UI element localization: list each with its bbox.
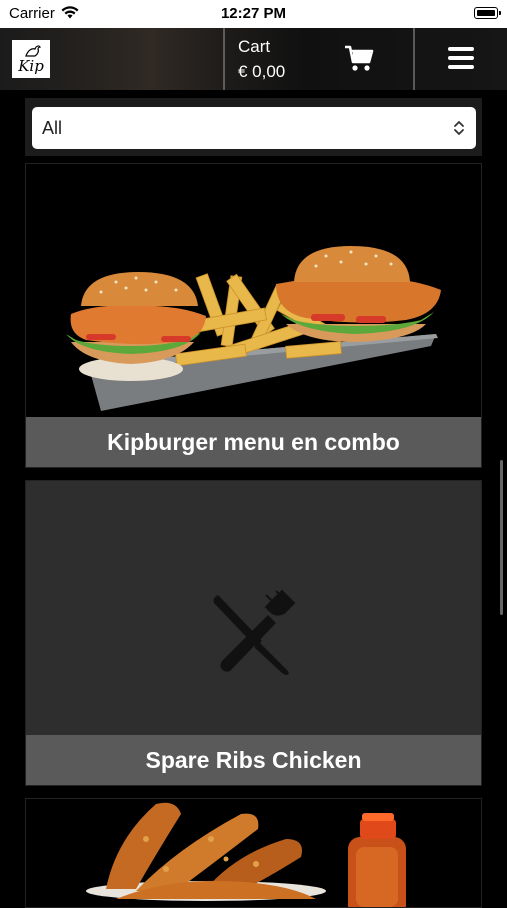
product-name: Kipburger menu en combo xyxy=(26,417,481,467)
product-card[interactable]: Kipburger menu en combo xyxy=(25,163,482,468)
fork-knife-placeholder-icon xyxy=(213,589,296,675)
hamburger-menu-icon[interactable] xyxy=(448,46,474,70)
scrollbar[interactable] xyxy=(500,460,503,615)
status-bar: Carrier 12:27 PM xyxy=(0,0,507,28)
cart-icon[interactable] xyxy=(344,44,374,72)
cart-total: € 0,00 xyxy=(238,62,286,81)
burgers-and-fries-photo xyxy=(66,246,441,411)
logo-text: Kip xyxy=(18,57,44,75)
chicken-tenders-photo xyxy=(86,802,406,907)
product-card[interactable]: Spare Ribs Chicken xyxy=(25,480,482,786)
header-divider xyxy=(413,28,415,90)
battery-icon xyxy=(474,7,501,19)
cart-label: Cart xyxy=(238,37,271,56)
chevron-up-down-icon xyxy=(454,121,464,135)
category-select-value: All xyxy=(42,118,63,138)
app-header: Kip Cart € 0,00 xyxy=(0,28,507,90)
hen-icon xyxy=(25,45,41,57)
product-name: Spare Ribs Chicken xyxy=(26,735,481,785)
header-divider xyxy=(223,28,225,90)
kip-logo[interactable]: Kip xyxy=(12,40,50,78)
product-card[interactable] xyxy=(25,798,482,908)
category-select[interactable]: All xyxy=(32,107,476,149)
clock: 12:27 PM xyxy=(220,5,287,22)
